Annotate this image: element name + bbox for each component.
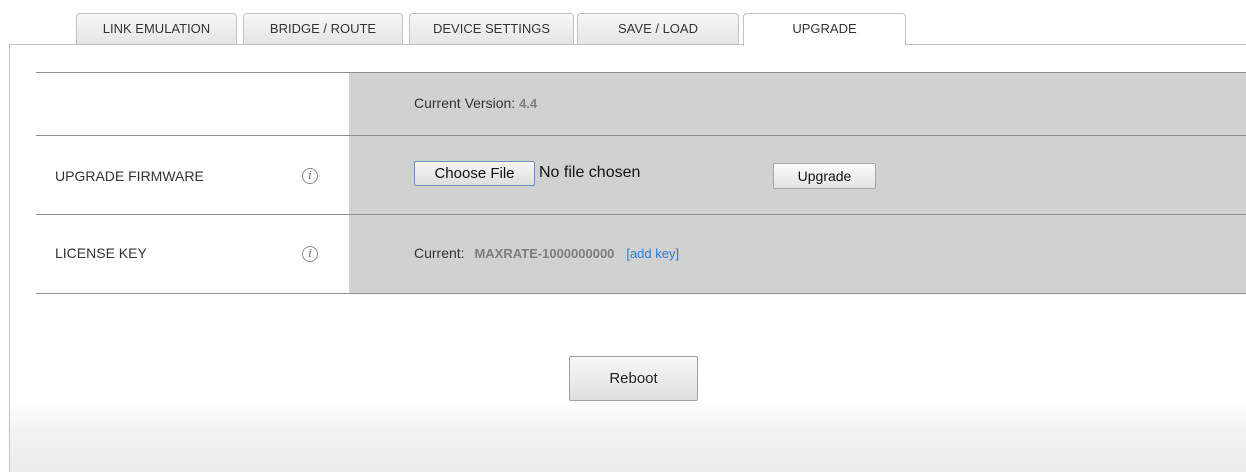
license-current-label: Current:	[414, 245, 465, 261]
current-version-label: Current Version:	[414, 95, 516, 111]
info-icon[interactable]: i	[302, 246, 318, 262]
row-divider	[36, 72, 1246, 73]
upgrade-page: LINK EMULATION BRIDGE / ROUTE DEVICE SET…	[0, 0, 1246, 472]
add-key-link[interactable]: add key	[630, 246, 676, 261]
license-key-label: LICENSE KEY	[55, 245, 147, 261]
upgrade-firmware-label: UPGRADE FIRMWARE	[55, 168, 204, 184]
tab-bridge-route[interactable]: BRIDGE / ROUTE	[243, 13, 403, 45]
tab-upgrade[interactable]: UPGRADE	[743, 13, 906, 46]
tab-device-settings[interactable]: DEVICE SETTINGS	[409, 13, 574, 45]
row-divider	[36, 135, 1246, 136]
reboot-button[interactable]: Reboot	[569, 356, 698, 401]
bracket-close: ]	[675, 246, 680, 261]
no-file-chosen-text: No file chosen	[539, 164, 641, 181]
info-icon[interactable]: i	[302, 168, 318, 184]
upgrade-button[interactable]: Upgrade	[773, 163, 876, 189]
tab-link-emulation[interactable]: LINK EMULATION	[76, 13, 237, 45]
panel-footer-gradient	[10, 400, 1246, 472]
row-divider	[36, 214, 1246, 215]
license-current: Current: MAXRATE-1000000000 [add key]	[414, 245, 679, 261]
choose-file-button[interactable]: Choose File	[414, 161, 535, 186]
current-version: Current Version: 4.4	[414, 95, 537, 111]
row-divider	[36, 293, 1246, 294]
tab-save-load[interactable]: SAVE / LOAD	[577, 13, 739, 45]
license-current-value: MAXRATE-1000000000	[474, 246, 615, 261]
current-version-value: 4.4	[519, 96, 538, 111]
